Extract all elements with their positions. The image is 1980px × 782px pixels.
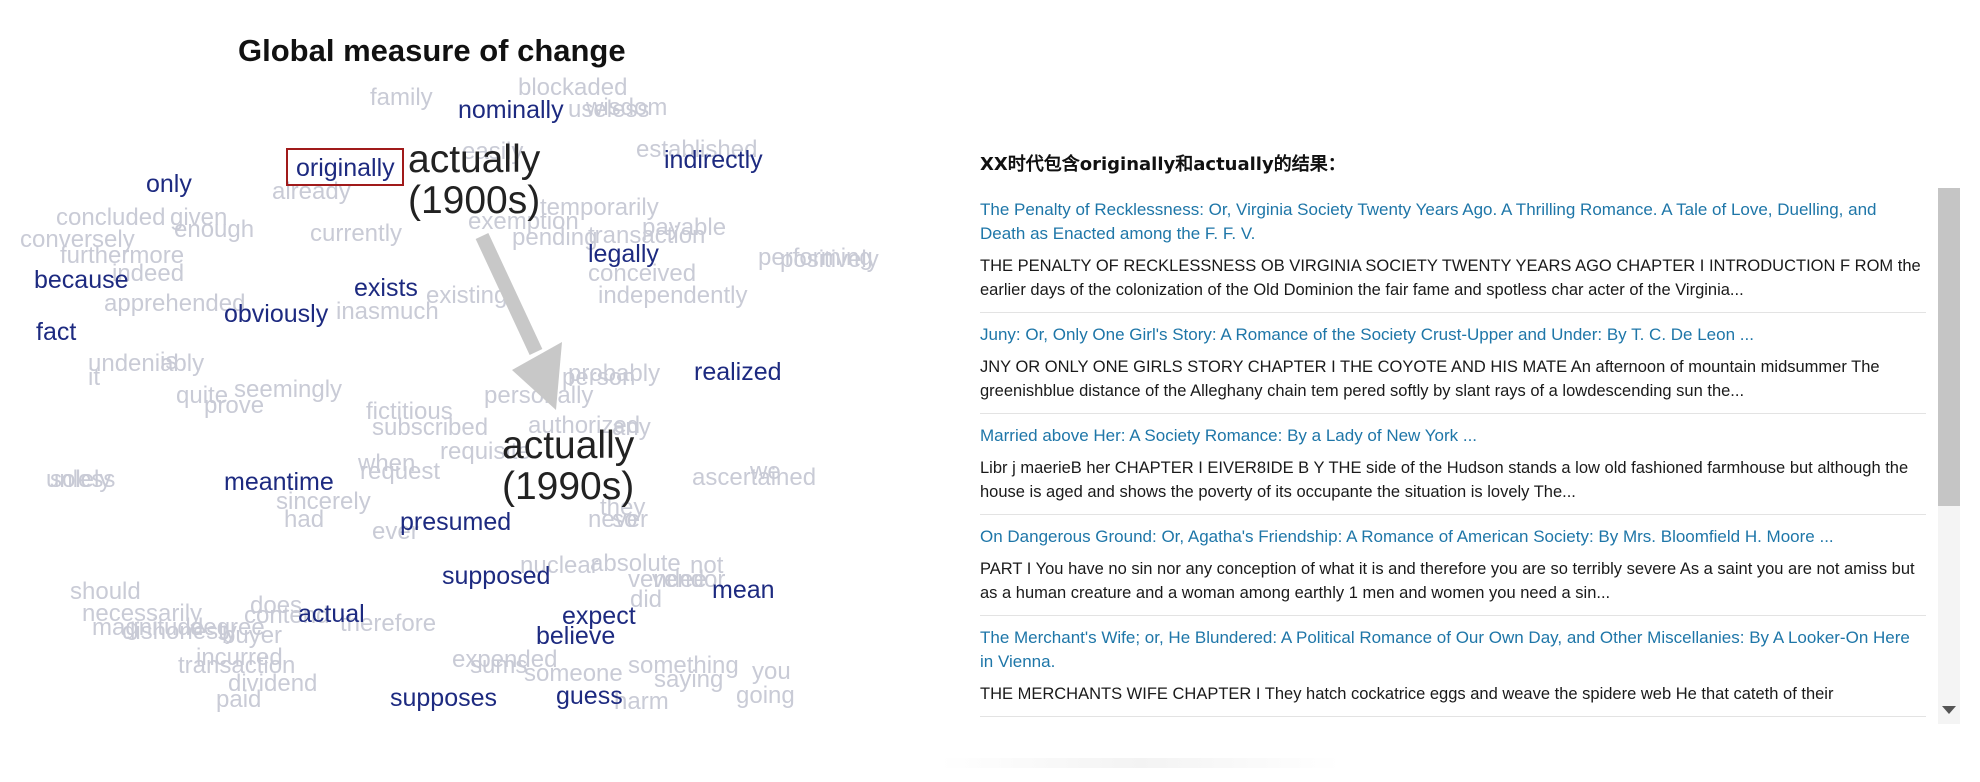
faded-word: so: [612, 506, 638, 533]
faded-word: useless: [568, 96, 650, 123]
faded-word: existing: [426, 282, 508, 309]
neighbor-word-because: because: [34, 266, 129, 294]
scroll-down-arrow-icon[interactable]: [1942, 706, 1956, 714]
faded-word: paid: [216, 686, 262, 713]
results-heading: XX时代包含originally和actually的结果：: [980, 154, 1346, 175]
anchor-actually-1990s: actually (1990s): [502, 424, 635, 508]
result-title-link[interactable]: Married above Her: A Society Romance: By…: [980, 424, 1926, 448]
divider: [940, 758, 1340, 768]
neighbor-word-presumed: presumed: [400, 508, 512, 536]
result-title-link[interactable]: Juny: Or, Only One Girl's Story: A Roman…: [980, 323, 1926, 347]
faded-word: subscribed: [372, 414, 489, 441]
neighbor-word-meantime: meantime: [224, 468, 334, 496]
neighbor-word-mean: mean: [712, 576, 775, 604]
faded-word: prove: [204, 392, 265, 419]
scrollbar-thumb[interactable]: [1938, 188, 1960, 506]
neighbor-word-believe: believe: [536, 622, 616, 650]
result-title-link[interactable]: On Dangerous Ground: Or, Agatha's Friend…: [980, 525, 1926, 549]
neighbor-word-obviously: obviously: [224, 300, 329, 328]
result-item: The Penalty of Recklessness: Or, Virgini…: [980, 188, 1926, 313]
faded-word: enough: [174, 216, 255, 243]
faded-word: had: [284, 506, 325, 533]
result-snippet: Libr j maerieB her CHAPTER I EIVER8IDE B…: [980, 459, 1909, 501]
result-item: The Merchant's Wife; or, He Blundered: A…: [980, 616, 1926, 717]
faded-word: request: [360, 458, 441, 485]
result-title-link[interactable]: The Merchant's Wife; or, He Blundered: A…: [980, 626, 1926, 674]
highlighted-word-originally: originally: [296, 154, 395, 182]
faded-word: positively: [780, 246, 879, 273]
diagram-title: Global measure of change: [238, 33, 626, 68]
neighbor-word-indirectly: indirectly: [664, 146, 763, 174]
neighbor-word-realized: realized: [694, 358, 782, 386]
faded-word: payable: [642, 214, 727, 241]
neighbor-word-exists: exists: [354, 274, 418, 302]
neighbor-word-fact: fact: [36, 318, 77, 346]
result-title-link[interactable]: The Penalty of Recklessness: Or, Virgini…: [980, 198, 1926, 246]
neighbor-word-only: only: [146, 170, 192, 198]
faded-word: we: [750, 458, 781, 485]
faded-word: family: [370, 84, 433, 111]
faded-word: currently: [310, 220, 403, 247]
neighbor-word-guess: guess: [556, 682, 623, 710]
faded-word: sums: [470, 652, 528, 679]
faded-word: it: [88, 364, 100, 391]
faded-word: solely: [50, 466, 112, 493]
faded-word: you: [752, 658, 791, 685]
word-change-diagram: Global measure of change family blockade…: [0, 0, 880, 740]
faded-word: personally: [484, 382, 594, 409]
result-snippet: THE MERCHANTS WIFE CHAPTER I They hatch …: [980, 685, 1834, 703]
neighbor-word-supposes: supposes: [390, 684, 498, 712]
neighbor-word-nominally: nominally: [458, 96, 564, 124]
anchor-actually-1900s: actually (1900s): [408, 138, 541, 222]
result-item: On Dangerous Ground: Or, Agatha's Friend…: [980, 515, 1926, 616]
neighbor-word-legally: legally: [588, 240, 659, 268]
faded-word: inasmuch: [336, 298, 439, 325]
result-snippet: THE PENALTY OF RECKLESSNESS OB VIRGINIA …: [980, 257, 1921, 299]
faded-word: is: [160, 348, 178, 375]
neighbor-word-actual: actual: [298, 600, 365, 628]
result-item: Married above Her: A Society Romance: By…: [980, 414, 1926, 515]
results-list[interactable]: The Penalty of Recklessness: Or, Virgini…: [980, 188, 1936, 724]
faded-word: incurred: [196, 644, 283, 671]
faded-word: pending: [512, 224, 598, 251]
neighbor-word-supposed: supposed: [442, 562, 551, 590]
faded-word: going: [736, 682, 795, 709]
faded-word: independently: [598, 282, 748, 309]
faded-word: dishonesty: [122, 618, 237, 645]
faded-word: undeniably: [88, 350, 205, 377]
result-snippet: PART I You have no sin nor any conceptio…: [980, 560, 1915, 602]
result-item: Juny: Or, Only One Girl's Story: A Roman…: [980, 313, 1926, 414]
result-snippet: JNY OR ONLY ONE GIRLS STORY CHAPTER I TH…: [980, 358, 1880, 400]
